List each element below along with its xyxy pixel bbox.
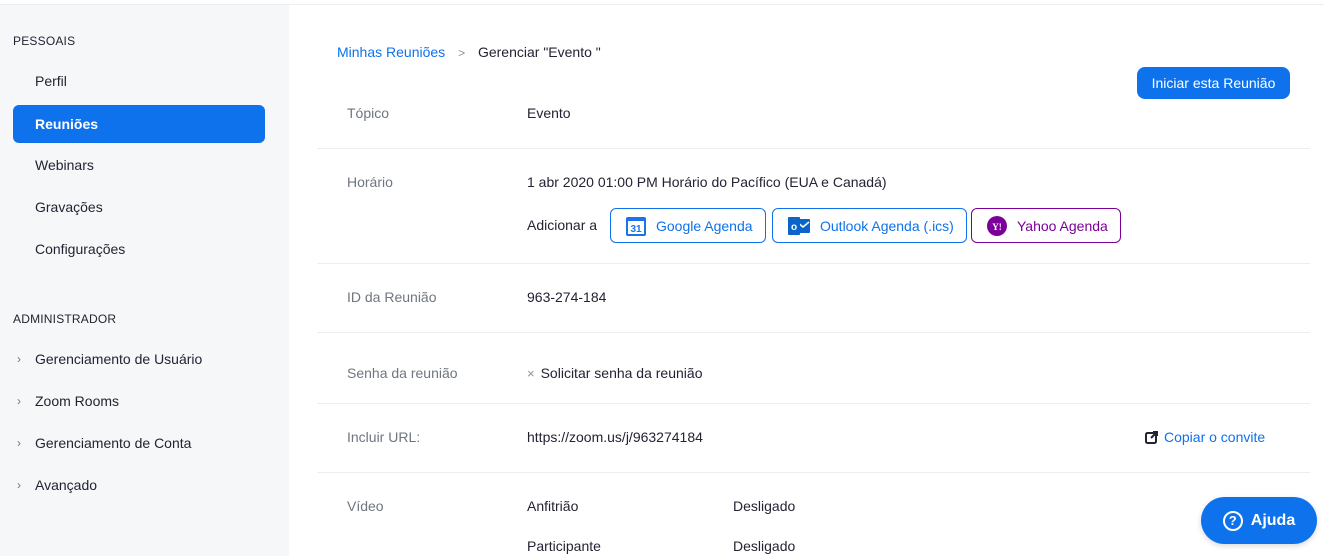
- close-icon: ×: [527, 366, 535, 381]
- sidebar-item-label: Webinars: [35, 157, 94, 173]
- add-to-calendar-label: Adicionar a: [527, 217, 598, 233]
- sidebar-item-label: Perfil: [35, 73, 67, 89]
- divider: [317, 263, 1310, 264]
- yahoo-calendar-label: Yahoo Agenda: [1017, 217, 1108, 234]
- sidebar-item-advanced[interactable]: › Avançado: [13, 466, 265, 504]
- breadcrumb-separator: >: [458, 46, 466, 60]
- outlook-calendar-label: Outlook Agenda (.ics): [820, 217, 954, 234]
- sidebar-item-meetings[interactable]: Reuniões: [13, 105, 265, 143]
- sidebar-item-user-management[interactable]: › Gerenciamento de Usuário: [13, 340, 265, 378]
- help-label: Ajuda: [1250, 511, 1296, 529]
- svg-text:31: 31: [630, 224, 642, 235]
- sidebar-item-label: Configurações: [35, 241, 126, 257]
- svg-text:o: o: [791, 222, 797, 233]
- sidebar-item-label: Avançado: [35, 477, 98, 493]
- topic-label: Tópico: [347, 105, 390, 121]
- sidebar-item-label: Gravações: [35, 199, 103, 215]
- divider: [317, 332, 1310, 333]
- sidebar-item-profile[interactable]: Perfil: [13, 62, 265, 100]
- time-value: 1 abr 2020 01:00 PM Horário do Pacífico …: [527, 174, 887, 190]
- sidebar-heading-personal: PESSOAIS: [13, 34, 76, 48]
- copy-invitation-link[interactable]: Copiar o convite: [1145, 429, 1265, 445]
- start-meeting-button[interactable]: Iniciar esta Reunião: [1137, 67, 1290, 99]
- meeting-id-value: 963-274-184: [527, 289, 607, 305]
- divider: [317, 472, 1310, 473]
- password-value: × Solicitar senha da reunião: [527, 365, 702, 381]
- sidebar-item-label: Reuniões: [35, 116, 99, 132]
- sidebar-item-zoom-rooms[interactable]: › Zoom Rooms: [13, 382, 265, 420]
- video-host-state: Desligado: [733, 498, 796, 514]
- sidebar-item-webinars[interactable]: Webinars: [13, 146, 265, 184]
- chevron-right-icon: ›: [17, 394, 21, 408]
- chevron-right-icon: ›: [17, 352, 21, 366]
- password-setting-text: Solicitar senha da reunião: [540, 365, 703, 381]
- sidebar-heading-admin: ADMINISTRADOR: [13, 312, 117, 326]
- video-host-label: Anfitrião: [527, 498, 579, 514]
- sidebar-item-recordings[interactable]: Gravações: [13, 188, 265, 226]
- help-button[interactable]: ? Ajuda: [1201, 497, 1317, 544]
- password-label: Senha da reunião: [347, 365, 458, 381]
- svg-text:Y!: Y!: [992, 222, 1002, 232]
- google-calendar-label: Google Agenda: [656, 217, 753, 234]
- breadcrumb-link-my-meetings[interactable]: Minhas Reuniões: [337, 44, 445, 60]
- video-participant-label: Participante: [527, 538, 601, 554]
- sidebar-item-label: Gerenciamento de Usuário: [35, 351, 203, 367]
- breadcrumb-current: Gerenciar "Evento ": [477, 44, 601, 60]
- outlook-calendar-button[interactable]: o Outlook Agenda (.ics): [772, 208, 967, 243]
- yahoo-icon: Y!: [986, 215, 1008, 237]
- url-label: Incluir URL:: [347, 429, 421, 445]
- topic-value: Evento: [527, 105, 571, 121]
- chevron-right-icon: ›: [17, 436, 21, 450]
- share-icon: [1145, 430, 1159, 444]
- help-icon: ?: [1222, 510, 1243, 531]
- sidebar-item-settings[interactable]: Configurações: [13, 230, 265, 268]
- chevron-right-icon: ›: [17, 478, 21, 492]
- divider: [317, 403, 1310, 404]
- divider: [317, 148, 1310, 149]
- copy-invitation-label: Copiar o convite: [1164, 429, 1266, 445]
- sidebar-item-account-management[interactable]: › Gerenciamento de Conta: [13, 424, 265, 462]
- url-value: https://zoom.us/j/963274184: [527, 429, 703, 445]
- sidebar: PESSOAIS Perfil Reuniões Webinars Gravaç…: [0, 5, 289, 556]
- time-label: Horário: [347, 174, 393, 190]
- outlook-icon: o: [787, 215, 811, 237]
- video-participant-state: Desligado: [733, 538, 796, 554]
- meeting-id-label: ID da Reunião: [347, 289, 437, 305]
- google-calendar-button[interactable]: 31 Google Agenda: [610, 208, 766, 243]
- video-label: Vídeo: [347, 498, 384, 514]
- breadcrumb: Minhas Reuniões > Gerenciar "Evento ": [337, 44, 601, 60]
- google-calendar-icon: 31: [625, 215, 647, 237]
- sidebar-item-label: Zoom Rooms: [35, 393, 120, 409]
- sidebar-item-label: Gerenciamento de Conta: [35, 435, 192, 451]
- yahoo-calendar-button[interactable]: Y! Yahoo Agenda: [971, 208, 1121, 243]
- main-content: Minhas Reuniões > Gerenciar "Evento " In…: [289, 5, 1324, 556]
